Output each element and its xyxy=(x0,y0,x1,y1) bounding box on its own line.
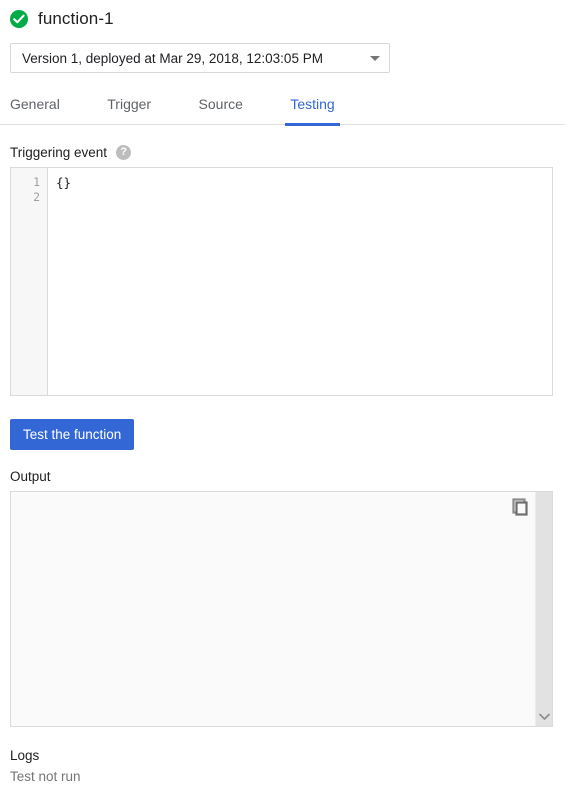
line-number: 2 xyxy=(33,190,40,204)
tab-source[interactable]: Source xyxy=(199,92,243,125)
check-circle-icon xyxy=(10,10,28,28)
triggering-event-editor[interactable]: 1 2 {} xyxy=(10,167,553,396)
test-button-row: Test the function xyxy=(0,396,565,450)
logs-section: Logs Test not run xyxy=(0,727,565,786)
line-number: 1 xyxy=(33,175,40,189)
output-box[interactable] xyxy=(10,491,553,727)
tab-testing[interactable]: Testing xyxy=(285,92,341,126)
code-line: {} xyxy=(56,175,72,190)
triggering-event-label: Triggering event xyxy=(10,145,108,160)
chevron-down-icon[interactable] xyxy=(536,710,552,724)
output-label-row: Output xyxy=(0,450,565,491)
output-scrollbar[interactable] xyxy=(535,492,552,726)
output-label: Output xyxy=(10,469,51,484)
tab-trigger[interactable]: Trigger xyxy=(107,92,151,125)
version-select-row: Version 1, deployed at Mar 29, 2018, 12:… xyxy=(0,32,565,73)
triggering-event-label-group: Triggering event ? xyxy=(10,145,565,160)
output-text xyxy=(11,492,552,508)
page-title: function-1 xyxy=(38,9,114,28)
version-select[interactable]: Version 1, deployed at Mar 29, 2018, 12:… xyxy=(10,43,390,73)
triggering-event-label-row: Triggering event ? xyxy=(0,125,565,167)
help-circle-icon[interactable]: ? xyxy=(116,145,132,160)
page-header: function-1 xyxy=(0,0,565,32)
editor-code-area[interactable]: {} xyxy=(48,168,552,395)
editor-gutter: 1 2 xyxy=(11,168,48,395)
logs-status: Test not run xyxy=(10,769,81,784)
logs-label: Logs xyxy=(10,748,40,763)
copy-icon[interactable] xyxy=(510,497,530,517)
tab-bar: General Trigger Source Testing xyxy=(0,92,565,126)
tab-general[interactable]: General xyxy=(10,92,60,125)
test-the-function-button[interactable]: Test the function xyxy=(10,419,135,450)
chevron-down-icon xyxy=(370,55,380,61)
version-select-value: Version 1, deployed at Mar 29, 2018, 12:… xyxy=(22,50,323,66)
